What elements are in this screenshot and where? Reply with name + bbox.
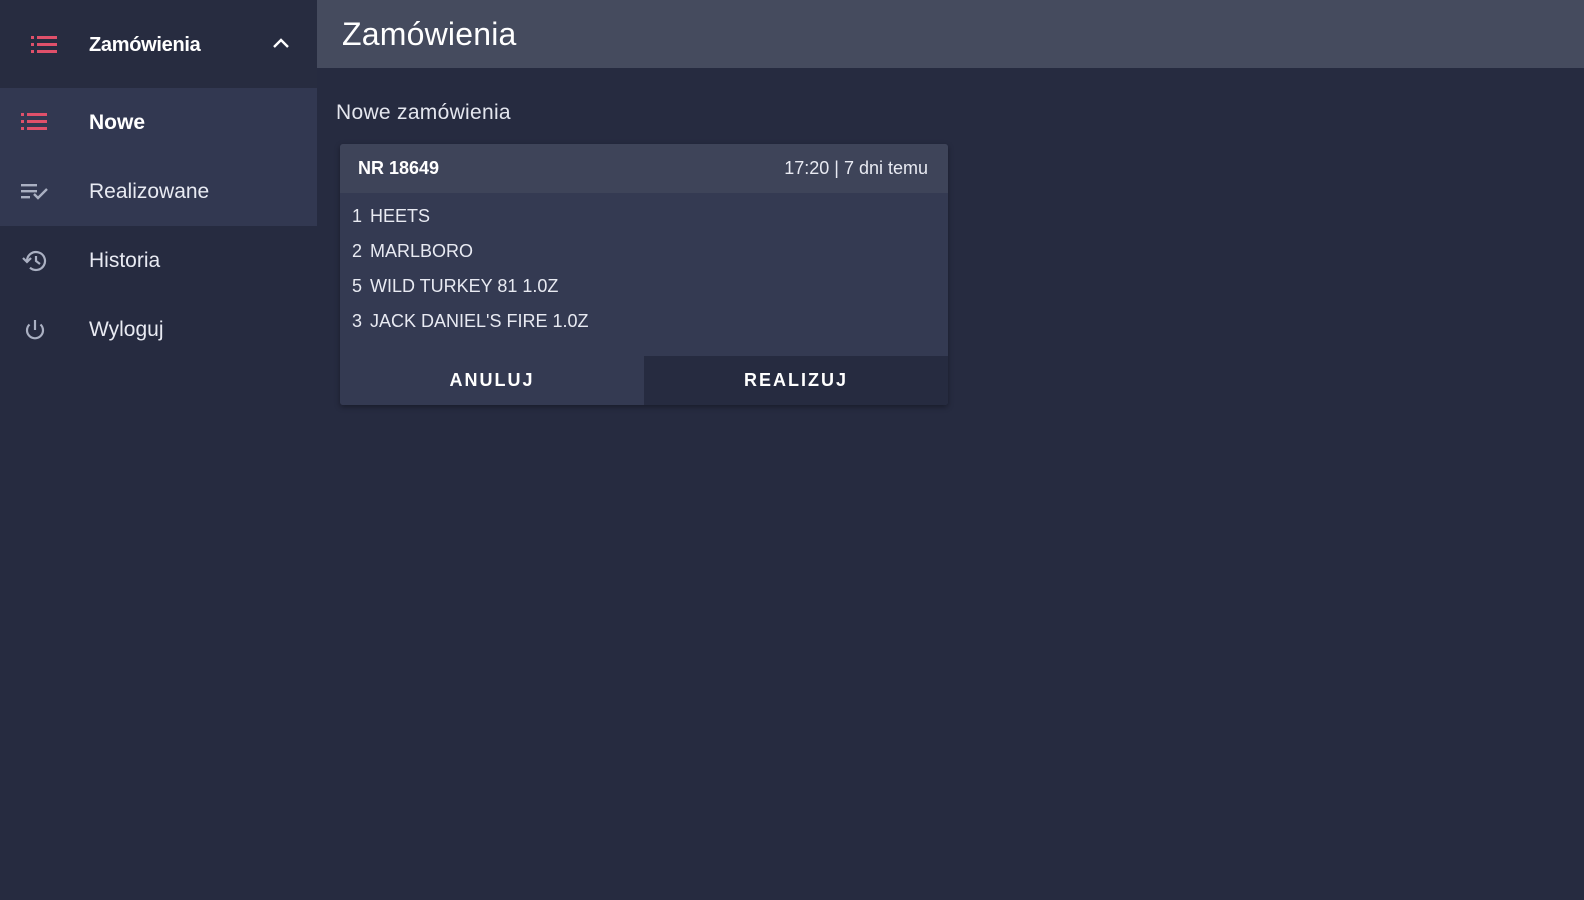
item-name: WILD TURKEY 81 1.0Z <box>370 276 559 296</box>
list-item: 1 HEETS <box>352 206 589 241</box>
sidebar-item-label: Wyloguj <box>89 318 164 341</box>
playlist-check-icon <box>21 180 49 204</box>
list-item: 3 JACK DANIEL'S FIRE 1.0Z <box>352 311 589 346</box>
order-items-list: 1 HEETS 2 MARLBORO 5 WILD TURKEY 81 1.0Z 3J… <box>352 206 589 346</box>
order-time: 17:20 | 7 dni temu <box>784 158 928 178</box>
top-bar: Zamówienia <box>317 0 1584 68</box>
sidebar-item-nowe[interactable]: Nowe <box>0 88 317 157</box>
list-item: 2 MARLBORO <box>352 241 589 276</box>
item-name: JACK DANIEL'S FIRE 1.0Z <box>370 311 589 331</box>
sidebar-item-label: Historia <box>89 249 161 272</box>
cancel-button[interactable]: ANULUJ <box>340 356 644 405</box>
sidebar-item-wyloguj[interactable]: Wyloguj <box>0 295 317 364</box>
item-quantity: 2 <box>352 241 363 261</box>
item-quantity: 3 <box>352 311 363 331</box>
order-actions: ANULUJ REALIZUJ <box>340 356 948 405</box>
order-number: NR 18649 <box>358 158 440 178</box>
realize-button[interactable]: REALIZUJ <box>644 356 948 405</box>
sidebar-item-realizowane[interactable]: Realizowane <box>0 157 317 226</box>
sidebar-group-header[interactable]: Zamówienia <box>0 0 317 88</box>
section-title: Nowe zamówienia <box>336 101 511 124</box>
order-card: NR 18649 17:20 | 7 dni temu 1 HEETS 2 MARL… <box>340 144 948 405</box>
item-name: MARLBORO <box>370 241 474 261</box>
order-card-header: NR 18649 17:20 | 7 dni temu <box>340 144 948 193</box>
item-quantity: 5 <box>352 276 363 296</box>
sidebar-item-historia[interactable]: Historia <box>0 226 317 295</box>
sidebar-group-title: Zamówienia <box>89 34 201 56</box>
list-icon <box>31 34 57 61</box>
sidebar: Zamówienia Nowe Realizowane Historia Wyl… <box>0 0 317 900</box>
app-root: Zamówienia Nowe Realizowane Historia Wyl… <box>0 0 1584 900</box>
page-title: Zamówienia <box>342 16 517 52</box>
sidebar-item-label: Realizowane <box>89 180 210 203</box>
list-icon <box>21 111 49 135</box>
sidebar-item-label: Nowe <box>89 111 146 134</box>
item-name: HEETS <box>370 206 431 226</box>
chevron-up-icon[interactable] <box>272 36 290 55</box>
power-icon <box>21 318 49 342</box>
item-quantity: 1 <box>352 206 363 226</box>
history-icon <box>21 249 49 273</box>
list-item: 5 WILD TURKEY 81 1.0Z <box>352 276 589 311</box>
